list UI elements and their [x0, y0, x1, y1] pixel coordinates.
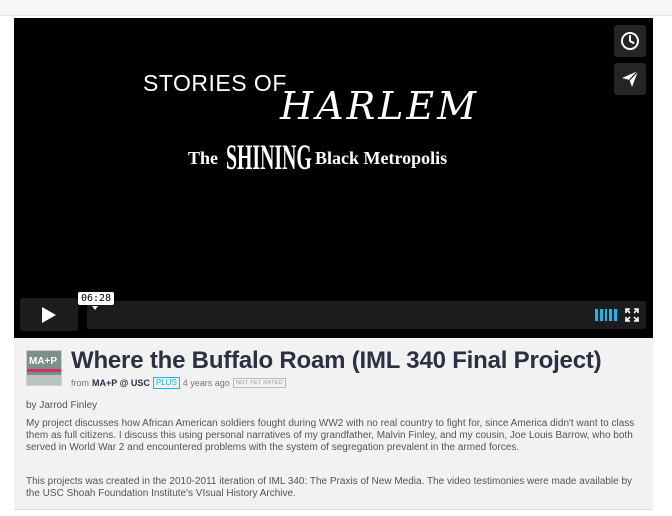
play-button[interactable]: [20, 298, 78, 331]
from-label: from: [71, 378, 89, 388]
avatar-stripe: [27, 375, 61, 385]
description-paragraph-1: My project discusses how African America…: [26, 418, 635, 453]
byline: by Jarrod Finley: [26, 400, 98, 411]
top-strip: [0, 0, 672, 16]
title-card-black-metropolis: Black Metropolis: [315, 148, 448, 168]
avatar-bar: [27, 369, 61, 372]
video-meta: from MA+P @ USC PLUS 4 years ago NOT YET…: [71, 377, 287, 389]
title-card-line1: STORIES OF: [143, 70, 287, 96]
volume-bar: [595, 309, 598, 321]
volume-bar: [614, 309, 617, 321]
progress-bar[interactable]: [87, 301, 646, 329]
video-title: Where the Buffalo Roam (IML 340 Final Pr…: [71, 347, 602, 374]
clock-icon: [621, 32, 639, 50]
volume-bar: [604, 309, 608, 321]
video-frame: STORIES OF HARLEM The SHINING Black Metr…: [14, 18, 653, 318]
title-card-shining: SHINING: [226, 137, 312, 177]
video-player[interactable]: STORIES OF HARLEM The SHINING Black Metr…: [14, 18, 653, 338]
plus-badge[interactable]: PLUS: [152, 377, 180, 389]
volume-bar: [599, 309, 603, 321]
time-tooltip: 06:28: [78, 292, 115, 305]
title-card-the: The: [188, 148, 219, 168]
description-paragraph-2: This projects was created in the 2010-20…: [26, 476, 633, 499]
upload-age: 4 years ago: [182, 378, 230, 388]
channel-avatar[interactable]: MA+P: [26, 350, 62, 386]
time-tooltip-arrow: [92, 306, 98, 310]
avatar-text: MA+P: [29, 356, 58, 367]
volume-bar: [609, 309, 613, 321]
volume-control[interactable]: [595, 309, 617, 321]
rating-badge[interactable]: NOT YET RATED: [232, 378, 287, 388]
title-card-line2: HARLEM: [280, 84, 480, 128]
fullscreen-icon[interactable]: [625, 308, 639, 322]
paper-plane-icon: [622, 70, 639, 87]
share-button[interactable]: [614, 63, 646, 95]
play-icon: [42, 306, 56, 323]
owner-link[interactable]: MA+P @ USC: [92, 378, 150, 388]
watch-later-button[interactable]: [614, 25, 646, 57]
video-info-panel: MA+P Where the Buffalo Roam (IML 340 Fin…: [14, 338, 653, 510]
